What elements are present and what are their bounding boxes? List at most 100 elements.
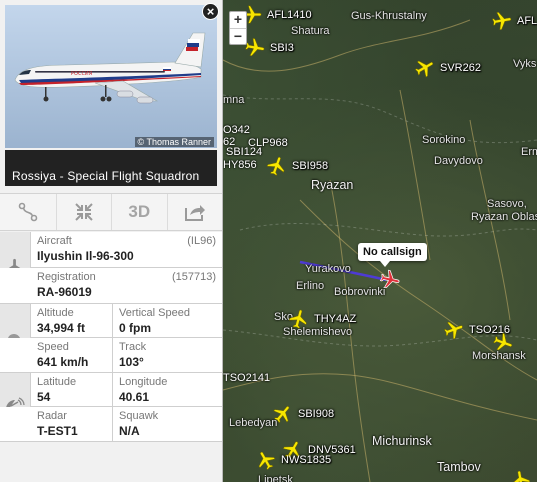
- plane-icon: [288, 309, 307, 329]
- share-icon: [184, 205, 205, 221]
- plane-icon: [266, 156, 285, 176]
- flight-marker[interactable]: SBI958: [266, 155, 328, 177]
- radar-row: Radar T-EST1 Squawk N/A: [0, 407, 222, 442]
- flight-marker[interactable]: SBI908: [272, 403, 334, 425]
- plane-icon: [245, 38, 265, 57]
- flight-callsign: AFL1410: [267, 9, 312, 21]
- plane-icon: [258, 451, 276, 471]
- flight-details: Aircraft (IL96) Ilyushin Il-96-300 Regist…: [0, 232, 222, 442]
- latitude-row: Latitude 54 Longitude 40.61: [0, 373, 222, 442]
- city-label: Tambov: [437, 460, 481, 474]
- plane-icon: [491, 11, 512, 31]
- flight-marker[interactable]: [492, 332, 514, 354]
- squawk-label: Squawk: [119, 410, 159, 422]
- flight-marker[interactable]: NWS1835: [255, 449, 331, 471]
- zoom-out-button[interactable]: −: [230, 28, 246, 44]
- share-button[interactable]: [166, 194, 223, 230]
- radar-label: Radar: [37, 410, 67, 422]
- flight-marker[interactable]: SVR262: [414, 57, 481, 79]
- longitude-value: 40.61: [119, 390, 150, 404]
- flight-marker[interactable]: AFL: [491, 10, 537, 32]
- route-icon: [18, 202, 38, 222]
- flight-callsign: AFL: [517, 15, 537, 27]
- city-label: Erlino: [296, 280, 325, 292]
- speed-value: 641 km/h: [37, 355, 89, 369]
- plane-icon: [443, 321, 463, 340]
- route-button[interactable]: [0, 194, 56, 230]
- speed-label: Speed: [37, 341, 69, 353]
- plane-icon: [511, 470, 531, 482]
- city-label: Sasovo,: [487, 198, 527, 210]
- city-label: Vyks: [513, 58, 537, 70]
- follow-button[interactable]: [55, 194, 112, 230]
- expand-icon: [75, 203, 93, 221]
- track-label: Track: [119, 341, 147, 353]
- squawk-value: N/A: [119, 424, 140, 438]
- aircraft-image: РОССИЯ: [5, 5, 217, 148]
- vertical-speed-value: 0 fpm: [119, 321, 152, 335]
- city-label: Sorokino: [422, 134, 466, 146]
- city-label: Lebedyan: [229, 417, 278, 429]
- photo-credit: © Thomas Ranner: [134, 137, 214, 147]
- flight-callsign: THY4AZ: [314, 313, 357, 325]
- plane-icon: [273, 406, 290, 424]
- flight-marker[interactable]: THY4AZ: [288, 308, 356, 330]
- selected-flight-tooltip: No callsign: [358, 243, 427, 267]
- city-label: Shatura: [291, 25, 330, 37]
- flight-callsign-partial: TSO2141: [223, 372, 271, 384]
- latitude-value: 54: [37, 390, 51, 404]
- latitude-label: Latitude: [37, 376, 77, 388]
- plane-icon: [414, 60, 434, 78]
- aircraft-label: Aircraft: [37, 235, 72, 247]
- city-label: mna: [223, 94, 245, 106]
- flight-callsign-partial: HY856: [223, 159, 257, 171]
- aircraft-photo: РОССИЯ © Thomas Ranner: [5, 5, 217, 148]
- track-value: 103°: [119, 355, 144, 369]
- city-label: Ryazan: [311, 178, 354, 192]
- flight-callsign: SVR262: [440, 62, 481, 74]
- aircraft-row: Aircraft (IL96) Ilyushin Il-96-300: [0, 232, 222, 304]
- flight-callsign: SBI3: [270, 42, 294, 54]
- flight-info-panel: РОССИЯ © Thomas Ranner × Rossiya - Speci…: [0, 0, 223, 482]
- flight-callsign: SBI958: [292, 160, 329, 172]
- registration-label: Registration: [37, 271, 96, 283]
- city-label: Yurakovo: [305, 263, 351, 275]
- svg-text:РОССИЯ: РОССИЯ: [71, 71, 92, 77]
- selected-flight-marker[interactable]: [379, 269, 401, 291]
- flight-callsign-partial: O342: [223, 124, 250, 136]
- city-label: Erm: [521, 146, 537, 158]
- flight-callsign-partial: SBI124: [226, 146, 263, 158]
- flight-marker[interactable]: SBI3: [244, 37, 294, 59]
- altitude-row: Altitude 34,994 ft Vertical Speed 0 fpm: [0, 304, 222, 373]
- plane-icon: [379, 269, 400, 289]
- operator-name: Rossiya - Special Flight Squadron: [5, 150, 217, 186]
- city-label: Ryazan Oblas: [471, 211, 537, 223]
- view-3d-button[interactable]: 3D: [111, 194, 167, 230]
- speed-row: Speed 641 km/h Track 103°: [0, 338, 222, 373]
- close-button[interactable]: ×: [202, 3, 219, 20]
- flight-marker[interactable]: AFL1410: [241, 4, 312, 26]
- city-label: Bobrovinki: [334, 286, 386, 298]
- aircraft-code: (IL96): [187, 235, 216, 247]
- zoom-in-button[interactable]: +: [230, 12, 246, 28]
- panel-toolbar: 3D: [0, 193, 222, 231]
- plane-icon: [493, 332, 513, 351]
- flight-marker[interactable]: [510, 469, 532, 482]
- registration-value: RA-96019: [37, 285, 92, 299]
- flight-callsign: SBI908: [298, 408, 335, 420]
- vertical-speed-label: Vertical Speed: [119, 307, 190, 319]
- zoom-control: + −: [229, 11, 247, 45]
- city-label: Lipetsk: [258, 474, 293, 482]
- flight-tracker-window: Gus-Khrustalny Shatura Vyks mna Ryazan S…: [0, 0, 537, 482]
- altitude-label: Altitude: [37, 307, 74, 319]
- city-label: Gus-Khrustalny: [351, 10, 427, 22]
- altitude-value: 34,994 ft: [37, 321, 86, 335]
- registration-row: Registration (157713) RA-96019: [0, 268, 222, 304]
- city-label: Davydovo: [434, 155, 483, 167]
- longitude-label: Longitude: [119, 376, 168, 388]
- city-label: Michurinsk: [372, 434, 432, 448]
- aircraft-value: Ilyushin Il-96-300: [37, 249, 134, 263]
- radar-value: T-EST1: [37, 424, 78, 438]
- registration-code: (157713): [171, 271, 216, 283]
- flight-callsign: NWS1835: [281, 454, 332, 466]
